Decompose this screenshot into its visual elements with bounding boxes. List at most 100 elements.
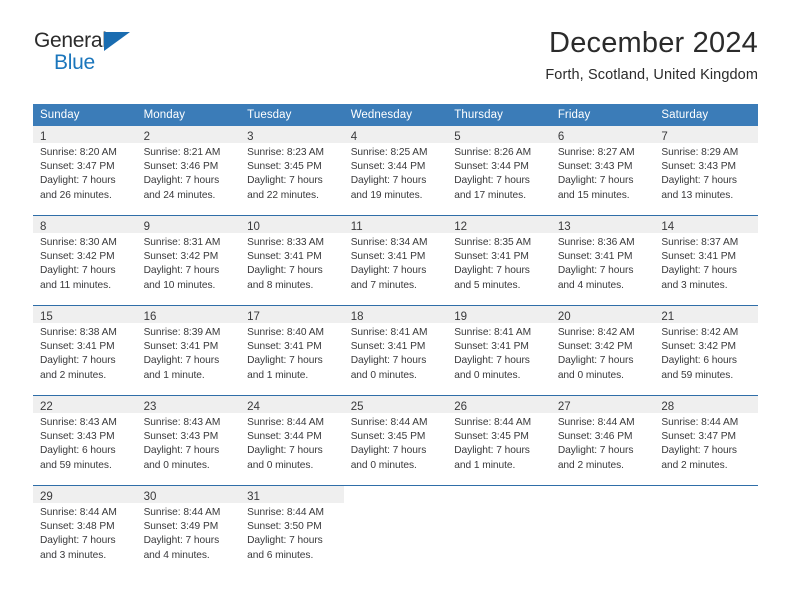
calendar-day-cell[interactable]: 9 Sunrise: 8:31 AM Sunset: 3:42 PM Daylight… bbox=[136, 215, 241, 306]
day-number-band: 27 bbox=[550, 396, 655, 413]
calendar-day-cell[interactable]: 10 Sunrise: 8:33 AM Sunset: 3:41 PM Dayligh… bbox=[240, 215, 344, 306]
sunset-text: Sunset: 3:45 PM bbox=[454, 431, 529, 443]
day-number: 18 bbox=[350, 311, 364, 323]
sunrise-text: Sunrise: 8:35 AM bbox=[454, 237, 532, 248]
calendar-day-cell[interactable]: 2 Sunrise: 8:21 AM Sunset: 3:46 PM Daylight… bbox=[136, 126, 241, 216]
calendar-day-cell[interactable]: 14 Sunrise: 8:37 AM Sunset: 3:41 PM Dayligh… bbox=[654, 215, 758, 306]
daylight-text-line2: and 7 minutes. bbox=[350, 279, 417, 291]
sunrise-text: Sunrise: 8:27 AM bbox=[557, 147, 635, 158]
day-number: 8 bbox=[40, 221, 47, 233]
day-cell-body: Sunrise: 8:25 AM Sunset: 3:44 PM Daylight:… bbox=[344, 143, 448, 203]
calendar-day-cell[interactable]: 8 Sunrise: 8:30 AM Sunset: 3:42 PM Daylight… bbox=[33, 215, 137, 306]
sunrise-text: Sunrise: 8:33 AM bbox=[247, 237, 324, 248]
daylight-text-line1: Daylight: 7 hours bbox=[454, 175, 530, 187]
calendar-day-cell[interactable]: 25 Sunrise: 8:44 AM Sunset: 3:45 PM Dayligh… bbox=[343, 395, 448, 486]
calendar-day-cell[interactable]: 16 Sunrise: 8:39 AM Sunset: 3:41 PM Dayligh… bbox=[136, 305, 241, 396]
calendar-day-cell[interactable]: 7 Sunrise: 8:29 AM Sunset: 3:43 PM Daylight… bbox=[654, 126, 758, 216]
day-cell-body: Sunrise: 8:44 AM Sunset: 3:48 PM Daylight:… bbox=[33, 503, 137, 563]
sunrise-text: Sunrise: 8:44 AM bbox=[40, 507, 117, 518]
calendar-day-cell[interactable]: 29 Sunrise: 8:44 AM Sunset: 3:48 PM Dayligh… bbox=[33, 485, 137, 575]
calendar-day-cell[interactable]: 12 Sunrise: 8:35 AM Sunset: 3:41 PM Dayligh… bbox=[447, 215, 551, 306]
day-cell-body: Sunrise: 8:44 AM Sunset: 3:46 PM Daylight:… bbox=[551, 413, 655, 473]
calendar-day-cell[interactable]: 3 Sunrise: 8:23 AM Sunset: 3:45 PM Daylight… bbox=[240, 126, 344, 216]
day-cell-body: Sunrise: 8:27 AM Sunset: 3:43 PM Daylight:… bbox=[551, 143, 655, 203]
sunset-text: Sunset: 3:42 PM bbox=[143, 251, 219, 263]
weekday-header-thursday: Thursday bbox=[447, 104, 551, 126]
daylight-text-line2: and 0 minutes. bbox=[350, 459, 417, 471]
day-number: 29 bbox=[40, 491, 53, 503]
calendar-day-cell[interactable]: 27 Sunrise: 8:44 AM Sunset: 3:46 PM Dayligh… bbox=[550, 395, 655, 486]
day-number-band: 29 bbox=[33, 486, 137, 503]
day-cell-inner: 21 Sunrise: 8:42 AM Sunset: 3:42 PM Dayligh… bbox=[654, 306, 758, 395]
calendar-day-cell[interactable]: 30 Sunrise: 8:44 AM Sunset: 3:49 PM Dayligh… bbox=[136, 485, 241, 575]
calendar-day-cell[interactable]: 21 Sunrise: 8:42 AM Sunset: 3:42 PM Dayligh… bbox=[654, 305, 758, 396]
calendar-day-cell[interactable]: 13 Sunrise: 8:36 AM Sunset: 3:41 PM Dayligh… bbox=[550, 215, 655, 306]
day-number-band bbox=[551, 486, 655, 503]
day-number-band: 22 bbox=[33, 396, 137, 413]
sunset-text: Sunset: 3:48 PM bbox=[40, 521, 115, 533]
daylight-text-line1: Daylight: 7 hours bbox=[557, 175, 634, 187]
calendar-week-row: 29 Sunrise: 8:44 AM Sunset: 3:48 PM Dayligh… bbox=[33, 485, 758, 575]
daylight-text-line2: and 15 minutes. bbox=[557, 189, 630, 201]
calendar-day-cell[interactable]: 11 Sunrise: 8:34 AM Sunset: 3:41 PM Dayligh… bbox=[343, 215, 448, 306]
day-number: 30 bbox=[143, 491, 157, 503]
day-cell-inner bbox=[550, 486, 655, 575]
day-number: 14 bbox=[661, 221, 675, 233]
daylight-text-line2: and 1 minute. bbox=[454, 459, 516, 471]
calendar-day-cell[interactable]: 28 Sunrise: 8:44 AM Sunset: 3:47 PM Dayligh… bbox=[654, 395, 758, 486]
sunset-text: Sunset: 3:41 PM bbox=[661, 251, 736, 263]
day-cell-body: Sunrise: 8:35 AM Sunset: 3:41 PM Daylight:… bbox=[447, 233, 551, 293]
day-number: 28 bbox=[661, 401, 675, 413]
general-blue-logo[interactable]: General Blue bbox=[34, 30, 144, 76]
day-cell-inner: 8 Sunrise: 8:30 AM Sunset: 3:42 PM Daylight… bbox=[33, 216, 137, 305]
day-cell-inner: 15 Sunrise: 8:38 AM Sunset: 3:41 PM Dayligh… bbox=[33, 306, 137, 395]
day-number-band bbox=[447, 486, 551, 503]
daylight-text-line1: Daylight: 7 hours bbox=[143, 355, 220, 367]
calendar-day-cell[interactable]: 23 Sunrise: 8:43 AM Sunset: 3:43 PM Dayligh… bbox=[136, 395, 241, 486]
day-number-band: 13 bbox=[550, 216, 655, 233]
calendar-day-cell[interactable]: 31 Sunrise: 8:44 AM Sunset: 3:50 PM Dayligh… bbox=[240, 485, 344, 575]
daylight-text-line2: and 2 minutes. bbox=[661, 459, 728, 471]
day-cell-body: Sunrise: 8:38 AM Sunset: 3:41 PM Daylight:… bbox=[33, 323, 137, 383]
calendar-day-cell[interactable]: 15 Sunrise: 8:38 AM Sunset: 3:41 PM Dayligh… bbox=[33, 305, 137, 396]
calendar-empty-cell bbox=[343, 485, 448, 575]
calendar-day-cell[interactable]: 6 Sunrise: 8:27 AM Sunset: 3:43 PM Daylight… bbox=[550, 126, 655, 216]
weekday-header-wednesday: Wednesday bbox=[343, 104, 448, 126]
day-number-band: 25 bbox=[343, 396, 448, 413]
day-cell-body: Sunrise: 8:39 AM Sunset: 3:41 PM Daylight:… bbox=[137, 323, 241, 383]
calendar-day-cell[interactable]: 1 Sunrise: 8:20 AM Sunset: 3:47 PM Daylight… bbox=[33, 126, 137, 216]
daylight-text-line1: Daylight: 7 hours bbox=[661, 445, 737, 457]
sunrise-text: Sunrise: 8:37 AM bbox=[661, 237, 739, 248]
calendar-day-cell[interactable]: 5 Sunrise: 8:26 AM Sunset: 3:44 PM Daylight… bbox=[447, 126, 551, 216]
sunset-text: Sunset: 3:47 PM bbox=[40, 161, 115, 173]
day-number-band: 18 bbox=[343, 306, 448, 323]
weekday-header-saturday: Saturday bbox=[654, 104, 758, 126]
day-cell-body: Sunrise: 8:44 AM Sunset: 3:45 PM Daylight:… bbox=[447, 413, 551, 473]
calendar-day-cell[interactable]: 24 Sunrise: 8:44 AM Sunset: 3:44 PM Dayligh… bbox=[240, 395, 344, 486]
sunset-text: Sunset: 3:42 PM bbox=[557, 341, 633, 353]
page-header: General Blue December 2024 Forth, Scotla… bbox=[0, 0, 792, 83]
sunset-text: Sunset: 3:42 PM bbox=[40, 251, 115, 263]
daylight-text-line1: Daylight: 7 hours bbox=[40, 535, 116, 547]
calendar-day-cell[interactable]: 22 Sunrise: 8:43 AM Sunset: 3:43 PM Dayligh… bbox=[33, 395, 137, 486]
calendar-day-cell[interactable]: 18 Sunrise: 8:41 AM Sunset: 3:41 PM Dayligh… bbox=[343, 305, 448, 396]
day-cell-body: Sunrise: 8:44 AM Sunset: 3:44 PM Daylight:… bbox=[240, 413, 344, 473]
calendar-day-cell[interactable]: 17 Sunrise: 8:40 AM Sunset: 3:41 PM Dayligh… bbox=[240, 305, 344, 396]
calendar-day-cell[interactable]: 26 Sunrise: 8:44 AM Sunset: 3:45 PM Dayligh… bbox=[447, 395, 551, 486]
sunrise-text: Sunrise: 8:25 AM bbox=[350, 147, 428, 158]
day-number-band: 8 bbox=[33, 216, 137, 233]
day-number-band: 2 bbox=[136, 126, 241, 143]
daylight-text-line1: Daylight: 7 hours bbox=[143, 535, 220, 547]
daylight-text-line2: and 0 minutes. bbox=[350, 369, 417, 381]
day-cell-body: Sunrise: 8:41 AM Sunset: 3:41 PM Daylight:… bbox=[344, 323, 448, 383]
day-number-band: 5 bbox=[447, 126, 551, 143]
sunset-text: Sunset: 3:41 PM bbox=[247, 251, 322, 263]
day-cell-body: Sunrise: 8:34 AM Sunset: 3:41 PM Daylight:… bbox=[344, 233, 448, 293]
day-cell-body bbox=[344, 503, 448, 506]
sunrise-text: Sunrise: 8:41 AM bbox=[350, 327, 428, 338]
calendar-day-cell[interactable]: 4 Sunrise: 8:25 AM Sunset: 3:44 PM Daylight… bbox=[343, 126, 448, 216]
day-number: 25 bbox=[350, 401, 364, 413]
calendar-day-cell[interactable]: 20 Sunrise: 8:42 AM Sunset: 3:42 PM Dayligh… bbox=[550, 305, 655, 396]
calendar-day-cell[interactable]: 19 Sunrise: 8:41 AM Sunset: 3:41 PM Dayligh… bbox=[447, 305, 551, 396]
day-number: 6 bbox=[557, 131, 565, 143]
